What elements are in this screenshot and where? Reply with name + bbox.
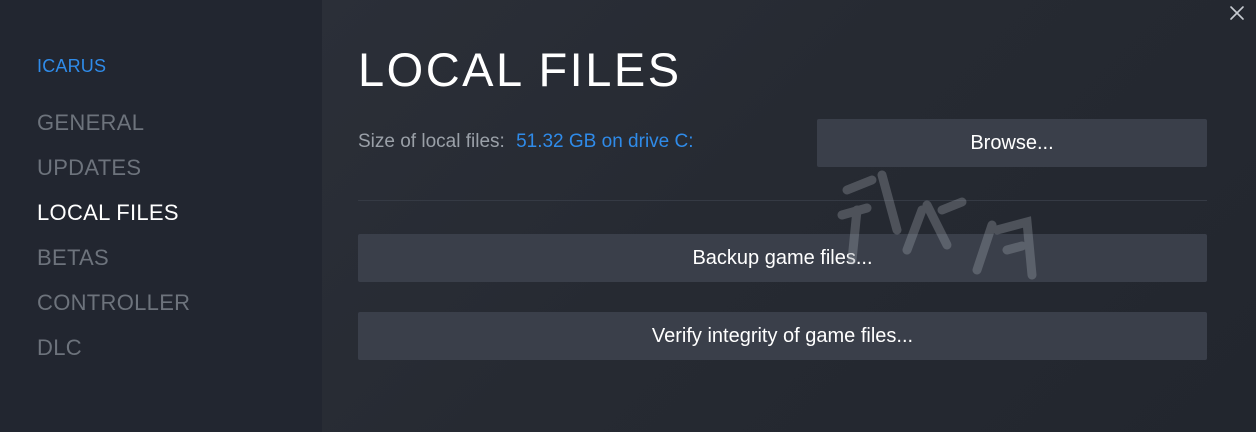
browse-button[interactable]: Browse...: [817, 119, 1207, 167]
close-icon[interactable]: [1226, 2, 1248, 24]
sidebar-item-dlc[interactable]: DLC: [37, 334, 190, 379]
sidebar: ICARUS GENERAL UPDATES LOCAL FILES BETAS…: [0, 0, 322, 432]
backup-game-files-button[interactable]: Backup game files...: [358, 234, 1207, 282]
game-title: ICARUS: [37, 56, 107, 76]
size-label: Size of local files:: [358, 131, 505, 152]
sidebar-item-betas[interactable]: BETAS: [37, 244, 190, 289]
sidebar-item-controller[interactable]: CONTROLLER: [37, 289, 190, 334]
local-files-size: Size of local files: 51.32 GB on drive C…: [358, 131, 694, 153]
watermark-icon: [837, 170, 1037, 280]
sidebar-nav: GENERAL UPDATES LOCAL FILES BETAS CONTRO…: [37, 109, 190, 379]
sidebar-item-general[interactable]: GENERAL: [37, 109, 190, 154]
size-value-link[interactable]: 51.32 GB on drive C:: [516, 131, 693, 152]
sidebar-item-updates[interactable]: UPDATES: [37, 154, 190, 199]
divider: [358, 200, 1207, 201]
main-panel: LOCAL FILES Size of local files: 51.32 G…: [322, 0, 1256, 432]
properties-window: ICARUS GENERAL UPDATES LOCAL FILES BETAS…: [0, 0, 1256, 432]
page-title: LOCAL FILES: [358, 43, 682, 96]
verify-integrity-button[interactable]: Verify integrity of game files...: [358, 312, 1207, 360]
sidebar-item-local-files[interactable]: LOCAL FILES: [37, 199, 190, 244]
